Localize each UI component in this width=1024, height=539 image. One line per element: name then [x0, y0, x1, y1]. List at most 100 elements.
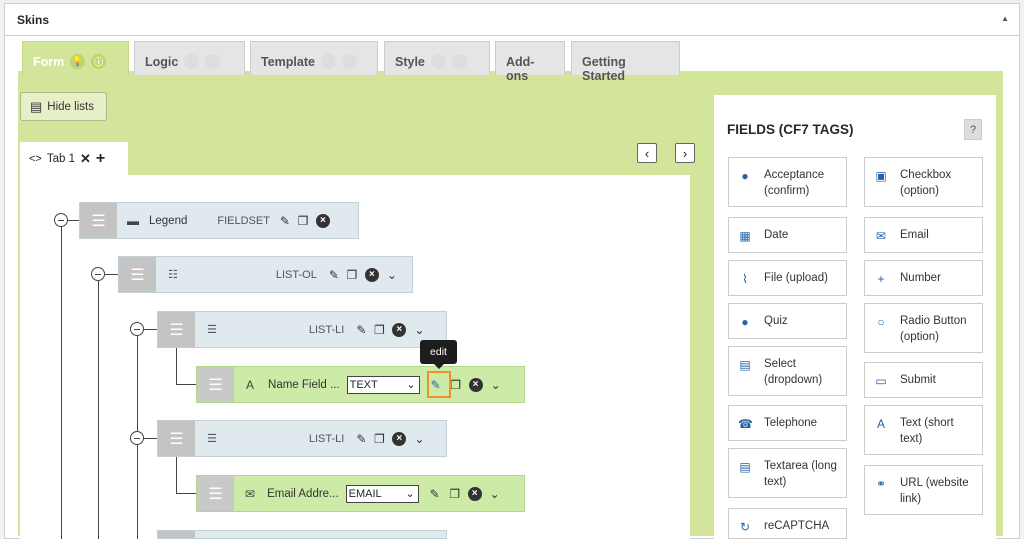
field-button-submit[interactable]: ▭ Submit — [864, 362, 983, 398]
select-value: TEXT — [349, 378, 378, 391]
field-button-text[interactable]: A Text (short text) — [864, 405, 983, 455]
edit-icon[interactable]: ✎ — [428, 487, 442, 501]
field-button-url[interactable]: ⚭ URL (website link) — [864, 465, 983, 515]
field-button-email[interactable]: ✉ Email — [864, 217, 983, 253]
copy-icon[interactable]: ❐ — [296, 214, 310, 228]
info-icon — [341, 54, 357, 69]
collapse-node-icon[interactable] — [54, 213, 68, 227]
edit-icon[interactable]: ✎ — [278, 214, 292, 228]
envelope-icon: ✉ — [245, 486, 256, 501]
prev-tab-button[interactable]: ‹ — [637, 143, 657, 163]
tab-label: Form — [33, 55, 65, 69]
field-button-acceptance[interactable]: ● Acceptance (confirm) — [728, 157, 847, 207]
editor-tab[interactable]: <> Tab 1 ✕ + — [20, 142, 128, 175]
collapse-node-icon[interactable] — [91, 267, 105, 281]
tab-form[interactable]: Form 💡 ⓘ — [22, 41, 129, 76]
field-type-select[interactable]: EMAIL ⌄ — [345, 484, 419, 503]
delete-icon[interactable]: × — [468, 377, 483, 392]
field-button-textarea[interactable]: ▤ Textarea (long text) — [728, 448, 847, 498]
list-icon: ☰ — [207, 433, 217, 445]
field-button-telephone[interactable]: ☎ Telephone — [728, 405, 847, 441]
drag-handle-icon[interactable]: ☰ — [197, 367, 234, 402]
list-li-node[interactable]: ☰ ☰ LIST-LI ✎ ❐ × ⌄ — [157, 420, 447, 457]
field-button-label: URL (website link) — [900, 477, 969, 505]
tab-label: Getting Started — [582, 55, 626, 83]
text-icon: A — [246, 377, 255, 392]
chevron-down-icon[interactable]: ⌄ — [412, 323, 426, 337]
field-button-label: Date — [764, 229, 789, 241]
panel-header[interactable]: Skins ▲ — [5, 4, 1019, 36]
drag-handle-icon[interactable]: ☰ — [197, 476, 234, 511]
edit-icon[interactable]: ✎ — [327, 268, 341, 282]
delete-icon[interactable]: × — [364, 267, 379, 282]
list-icon: ☰ — [207, 324, 217, 336]
list-li-node[interactable]: ☰ ☰ LIST-LI ✎ ❐ × ⌄ — [157, 311, 447, 348]
tab-style[interactable]: Style — [384, 41, 490, 75]
chevron-down-icon[interactable]: ⌄ — [488, 487, 502, 501]
tab-label: Add-ons — [506, 55, 535, 83]
drag-handle-icon[interactable]: ☰ — [158, 421, 195, 456]
drag-handle-icon[interactable]: ☰ — [158, 312, 195, 347]
field-button-label: Text (short text) — [900, 417, 954, 445]
close-icon[interactable]: ✕ — [80, 151, 91, 167]
text-field-node[interactable]: ☰ A Name Field ... TEXT ⌄ ✎ ❐ × ⌄ — [196, 366, 525, 403]
drag-handle-icon[interactable]: ☰ — [119, 257, 156, 292]
field-button-radio[interactable]: ○ Radio Button (option) — [864, 303, 983, 353]
delete-icon[interactable]: × — [392, 322, 407, 337]
chevron-down-icon[interactable]: ⌄ — [412, 432, 426, 446]
add-tab-icon[interactable]: + — [96, 150, 105, 168]
edit-icon[interactable]: ✎ — [354, 323, 368, 337]
field-button-select[interactable]: ▤ Select (dropdown) — [728, 346, 847, 396]
field-button-checkbox[interactable]: ▣ Checkbox (option) — [864, 157, 983, 207]
drag-handle-icon[interactable] — [158, 531, 195, 538]
collapse-arrow-icon[interactable]: ▲ — [1001, 14, 1009, 23]
field-button-file[interactable]: ⌇ File (upload) — [728, 260, 847, 296]
copy-icon[interactable]: ❐ — [448, 487, 462, 501]
email-field-node[interactable]: ☰ ✉ Email Addre... EMAIL ⌄ ✎ ❐ × ⌄ — [196, 475, 525, 512]
tab-template[interactable]: Template — [250, 41, 378, 75]
list-ol-node[interactable]: ☰ ☷ LIST-OL ✎ ❐ × ⌄ — [118, 256, 413, 293]
field-button-quiz[interactable]: ● Quiz — [728, 303, 847, 339]
lightbulb-icon — [320, 54, 336, 69]
textarea-icon: ▤ — [739, 460, 751, 474]
envelope-icon: ✉ — [875, 229, 887, 243]
chevron-down-icon: ⌄ — [405, 488, 415, 500]
field-button-label: Telephone — [764, 417, 818, 429]
field-button-date[interactable]: ▦ Date — [728, 217, 847, 253]
delete-icon[interactable]: × — [467, 486, 482, 501]
collapse-node-icon[interactable] — [130, 431, 144, 445]
copy-icon[interactable]: ❐ — [372, 323, 386, 337]
chevron-down-icon[interactable]: ⌄ — [385, 268, 399, 282]
field-type-select[interactable]: TEXT ⌄ — [346, 375, 420, 394]
collapse-node-icon[interactable] — [130, 322, 144, 336]
tree-line — [176, 347, 177, 385]
folder-icon: ▬ — [127, 213, 139, 228]
delete-icon[interactable]: × — [392, 431, 407, 446]
tab-add-ons[interactable]: Add-ons — [495, 41, 565, 83]
check-circle-icon: ● — [741, 169, 749, 183]
next-tab-button[interactable]: › — [675, 143, 695, 163]
field-button-number[interactable]: + Number — [864, 260, 983, 296]
field-button-recaptcha[interactable]: ↻ reCAPTCHA — [728, 508, 847, 539]
delete-icon[interactable]: × — [315, 213, 330, 228]
fieldset-node[interactable]: ☰ ▬ Legend FIELDSET ✎ ❐ × — [79, 202, 359, 239]
help-button[interactable]: ? — [964, 119, 982, 140]
question-circle-icon: ● — [741, 315, 749, 329]
tab-label: Template — [261, 55, 315, 69]
list-li-node[interactable] — [157, 530, 447, 539]
lightbulb-icon — [184, 54, 200, 69]
select-value: EMAIL — [348, 487, 382, 500]
chevron-down-icon: ⌄ — [406, 379, 416, 391]
node-label: Name Field ... — [268, 378, 340, 391]
hide-lists-button[interactable]: ▤ Hide lists — [20, 92, 107, 121]
edit-tooltip: edit — [420, 340, 457, 369]
copy-icon[interactable]: ❐ — [372, 432, 386, 446]
edit-highlight — [427, 371, 451, 398]
chevron-down-icon[interactable]: ⌄ — [489, 378, 503, 392]
drag-handle-icon[interactable]: ☰ — [80, 203, 117, 238]
tab-logic[interactable]: Logic — [134, 41, 245, 75]
tab-getting-started[interactable]: Getting Started — [571, 41, 680, 83]
edit-icon[interactable]: ✎ — [354, 432, 368, 446]
lightbulb-icon — [430, 54, 446, 69]
copy-icon[interactable]: ❐ — [345, 268, 359, 282]
